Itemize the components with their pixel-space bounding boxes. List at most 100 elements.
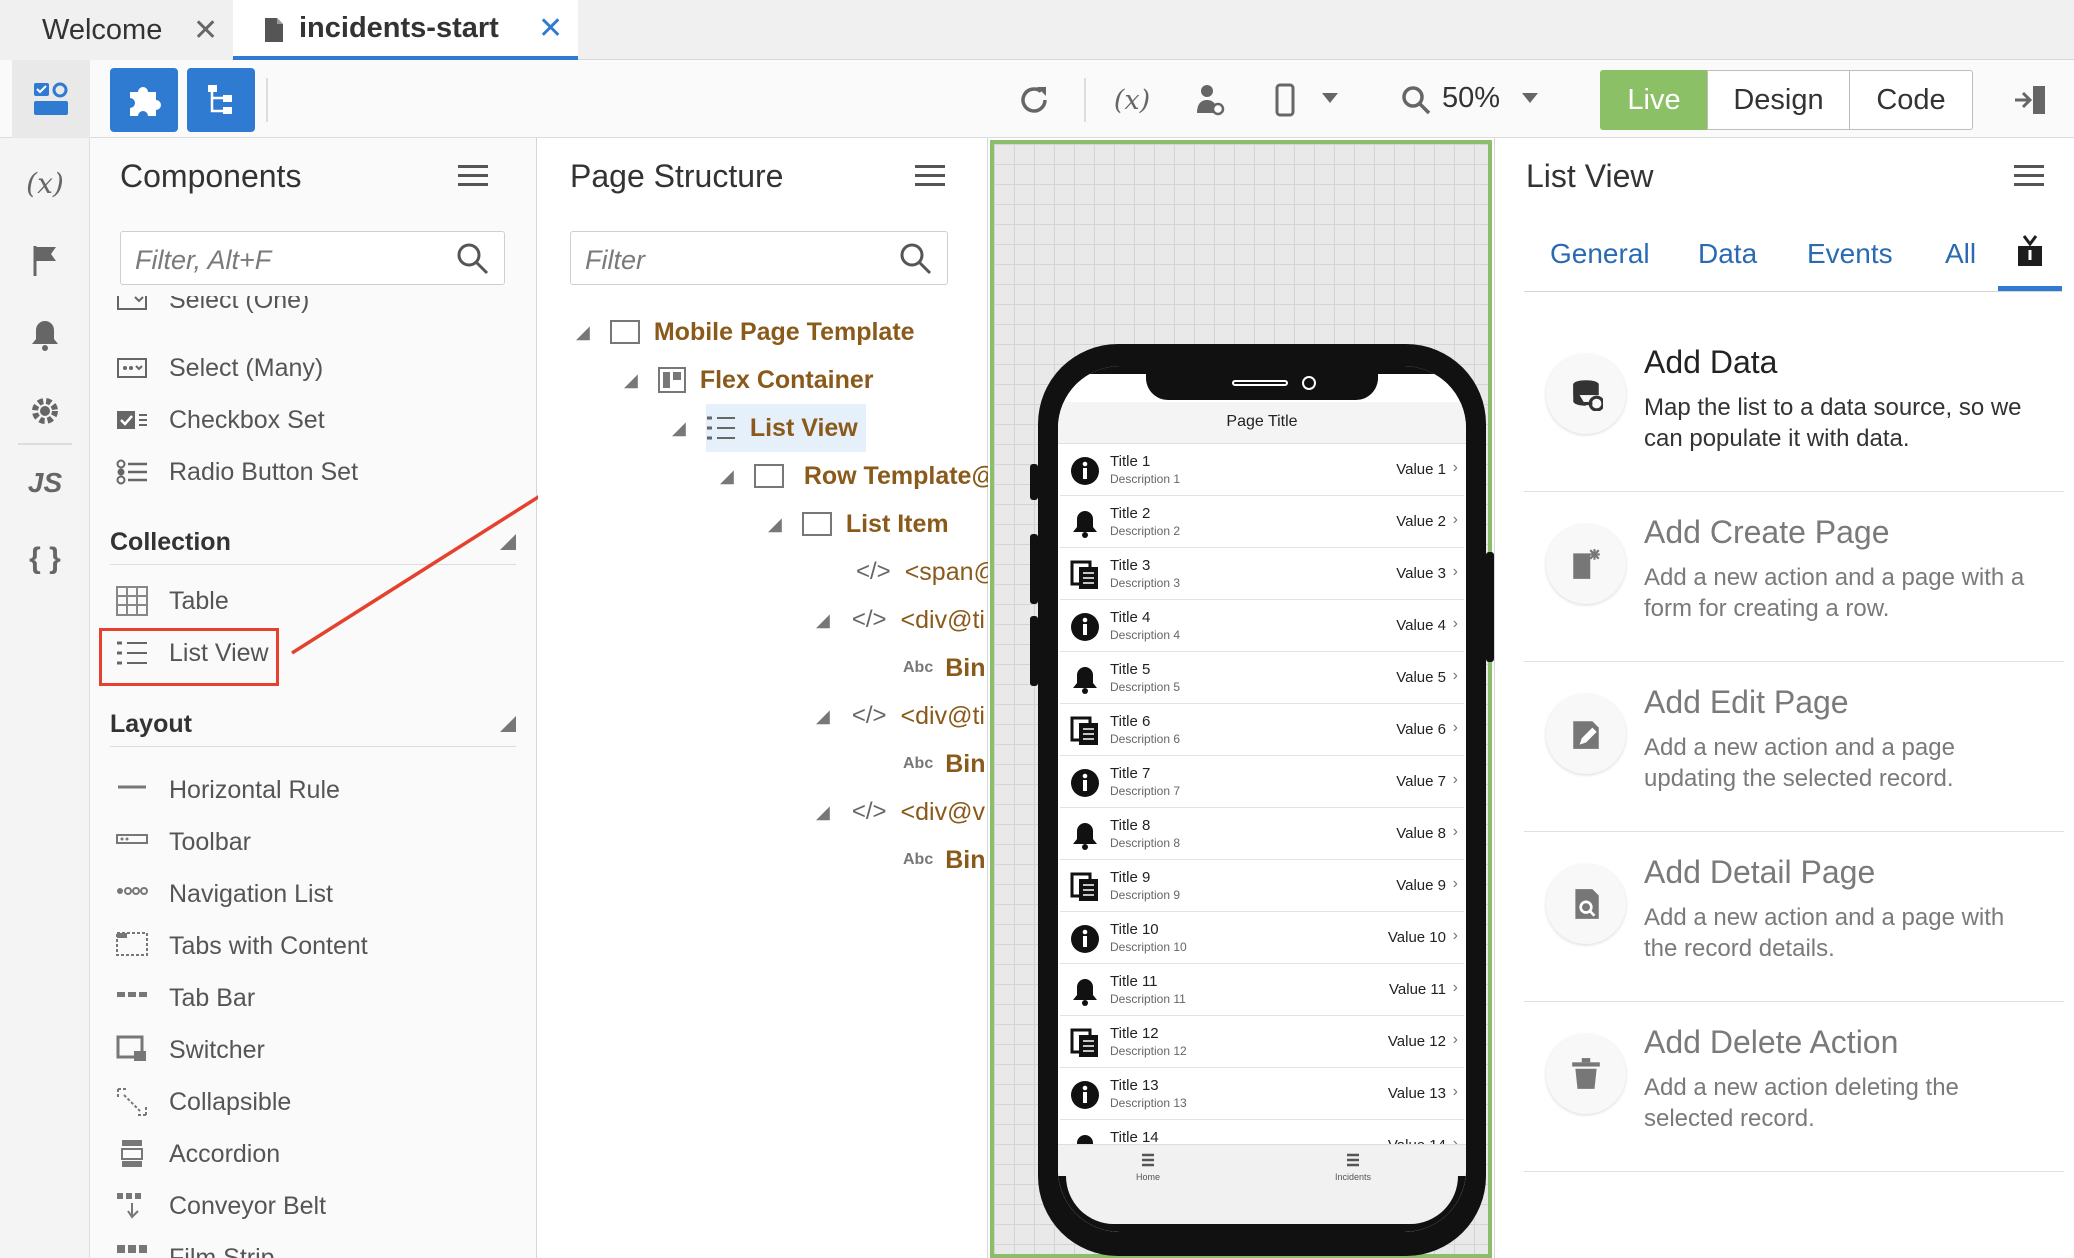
component-switcher[interactable]: Switcher xyxy=(115,1030,265,1070)
expand-triangle-icon[interactable]: ◢ xyxy=(816,706,830,727)
code-mode-button[interactable]: Code xyxy=(1849,70,1973,130)
tree-node-bind-text[interactable]: Abc Bin xyxy=(903,648,986,688)
chevron-right-icon: › xyxy=(1452,1135,1458,1144)
camera-icon xyxy=(1302,376,1316,390)
structure-toggle-button[interactable] xyxy=(187,68,255,132)
tree-node-bind-text[interactable]: Abc Bin xyxy=(903,840,986,880)
component-accordion[interactable]: Accordion xyxy=(115,1134,280,1174)
tree-node-div-title[interactable]: ◢ </> <div@ti xyxy=(816,696,985,736)
components-menu-icon[interactable] xyxy=(458,165,488,192)
component-select-many[interactable]: Select (Many) xyxy=(115,348,323,388)
component-tabs-with-content[interactable]: Tabs with Content xyxy=(115,926,368,966)
list-item[interactable]: Title 2 Description 2 Value 2 › xyxy=(1060,496,1464,548)
item-description: Description 1 xyxy=(1110,472,1181,486)
layout-section-header[interactable]: Layout xyxy=(110,710,192,739)
expand-triangle-icon[interactable]: ◢ xyxy=(720,466,734,487)
component-select-one[interactable]: Select (One) xyxy=(115,296,309,320)
tree-node-bind-text[interactable]: Abc Bin xyxy=(903,744,986,784)
tree-node-row-template[interactable]: ◢ Row Template@ xyxy=(720,456,988,496)
component-toolbar[interactable]: Toolbar xyxy=(115,822,251,862)
action-add-detail-page[interactable]: Add Detail Page Add a new action and a pa… xyxy=(1524,832,2064,1002)
expand-triangle-icon[interactable]: ◢ xyxy=(672,418,686,439)
expand-triangle-icon[interactable]: ◢ xyxy=(624,370,638,391)
list-item[interactable]: Title 11 Description 11 Value 11 › xyxy=(1060,964,1464,1016)
section-collapse-icon[interactable] xyxy=(500,534,516,550)
list-item[interactable]: Title 14 Value 14 › xyxy=(1060,1120,1464,1144)
tree-node-flex-container[interactable]: ◢ Flex Container xyxy=(624,360,874,400)
reload-icon[interactable] xyxy=(1012,78,1056,122)
list-item[interactable]: Title 4 Description 4 Value 4 › xyxy=(1060,600,1464,652)
close-icon[interactable]: ✕ xyxy=(538,11,563,46)
zoom-level[interactable]: 50% xyxy=(1442,82,1500,115)
tab-all[interactable]: All xyxy=(1945,238,1976,270)
expand-triangle-icon[interactable]: ◢ xyxy=(816,802,830,823)
list-item[interactable]: Title 6 Description 6 Value 6 › xyxy=(1060,704,1464,756)
device-dropdown-chevron-icon[interactable] xyxy=(1318,86,1342,110)
zoom-search-icon[interactable] xyxy=(1398,78,1434,122)
tree-node-mobile-page-template[interactable]: ◢ Mobile Page Template xyxy=(576,312,915,352)
component-navigation-list[interactable]: Navigation List xyxy=(115,874,333,914)
zoom-dropdown-chevron-icon[interactable] xyxy=(1518,86,1542,110)
tab-quick-start[interactable] xyxy=(1998,234,2062,290)
user-roles-icon[interactable] xyxy=(1190,78,1230,122)
item-value: Value 13 xyxy=(1387,1085,1446,1102)
tree-node-div-title[interactable]: ◢ </> <div@ti xyxy=(816,600,985,640)
item-value: Value 3 xyxy=(1396,565,1446,582)
app-ui-icon[interactable] xyxy=(12,60,90,138)
component-horizontal-rule[interactable]: Horizontal Rule xyxy=(115,770,340,810)
list-item[interactable]: Title 10 Description 10 Value 10 › xyxy=(1060,912,1464,964)
close-icon[interactable]: ✕ xyxy=(193,13,218,48)
list-item[interactable]: Title 1 Description 1 Value 1 › xyxy=(1060,444,1464,496)
gear-icon[interactable] xyxy=(0,386,90,436)
properties-menu-icon[interactable] xyxy=(2014,165,2044,192)
flag-icon[interactable] xyxy=(0,236,90,286)
tree-node-div-value[interactable]: ◢ </> <div@v xyxy=(816,792,985,832)
component-film-strip[interactable]: Film Strip xyxy=(115,1238,275,1258)
tree-node-list-item[interactable]: ◢ List Item xyxy=(768,504,949,544)
list-item[interactable]: Title 8 Description 8 Value 8 › xyxy=(1060,808,1464,860)
expand-triangle-icon[interactable]: ◢ xyxy=(816,610,830,631)
component-tab-bar[interactable]: Tab Bar xyxy=(115,978,255,1018)
tab-welcome[interactable]: Welcome ✕ xyxy=(0,0,232,60)
action-add-edit-page[interactable]: Add Edit Page Add a new action and a page… xyxy=(1524,662,2064,832)
variables-debug-icon[interactable]: (x) xyxy=(1108,78,1156,122)
tree-node-list-view[interactable]: ◢ List View xyxy=(672,408,858,448)
tree-node-span[interactable]: </> <span@ xyxy=(856,552,988,592)
design-mode-button[interactable]: Design xyxy=(1707,70,1850,130)
list-item[interactable]: Title 12 Description 12 Value 12 › xyxy=(1060,1016,1464,1068)
list-item[interactable]: Title 7 Description 7 Value 7 › xyxy=(1060,756,1464,808)
action-add-delete-action[interactable]: Add Delete Action Add a new action deleti… xyxy=(1524,1002,2064,1172)
json-braces-icon[interactable]: { } xyxy=(0,534,90,584)
tab-incidents-start[interactable]: incidents-start ✕ xyxy=(233,0,578,60)
structure-filter-input[interactable]: Filter xyxy=(570,231,948,285)
list-item[interactable]: Title 13 Description 13 Value 13 › xyxy=(1060,1068,1464,1120)
action-add-create-page[interactable]: Add Create Page Add a new action and a pa… xyxy=(1524,492,2064,662)
list-item[interactable]: Title 5 Description 5 Value 5 › xyxy=(1060,652,1464,704)
component-checkbox-set[interactable]: Checkbox Set xyxy=(115,400,325,440)
components-toggle-button[interactable] xyxy=(110,68,178,132)
component-conveyor-belt[interactable]: Conveyor Belt xyxy=(115,1186,326,1226)
action-add-data[interactable]: Add Data Map the list to a data source, s… xyxy=(1524,322,2064,492)
variables-icon[interactable]: (x) xyxy=(0,158,90,208)
expand-triangle-icon[interactable]: ◢ xyxy=(576,322,590,343)
collection-section-header[interactable]: Collection xyxy=(110,528,231,557)
javascript-icon[interactable]: JS xyxy=(0,458,90,508)
list-item[interactable]: Title 9 Description 9 Value 9 › xyxy=(1060,860,1464,912)
components-filter-input[interactable]: Filter, Alt+F xyxy=(120,231,505,285)
component-table[interactable]: Table xyxy=(115,581,229,621)
component-collapsible[interactable]: Collapsible xyxy=(115,1082,291,1122)
structure-menu-icon[interactable] xyxy=(915,165,945,192)
component-radio-button-set[interactable]: Radio Button Set xyxy=(115,452,358,492)
list-item[interactable]: Title 3 Description 3 Value 3 › xyxy=(1060,548,1464,600)
tab-data[interactable]: Data xyxy=(1698,238,1757,270)
tab-general[interactable]: General xyxy=(1550,238,1650,270)
collapse-panel-icon[interactable] xyxy=(2010,80,2050,120)
section-collapse-icon[interactable] xyxy=(500,716,516,732)
bell-icon[interactable] xyxy=(0,310,90,360)
expand-triangle-icon[interactable]: ◢ xyxy=(768,514,782,535)
mobile-device-icon[interactable] xyxy=(1270,78,1300,122)
phone-frame: Page Title Title 1 Description 1 Value 1 › T… xyxy=(1030,344,1494,1256)
component-label: Radio Button Set xyxy=(169,457,359,486)
tab-events[interactable]: Events xyxy=(1807,238,1893,270)
live-mode-button[interactable]: Live xyxy=(1600,70,1708,130)
